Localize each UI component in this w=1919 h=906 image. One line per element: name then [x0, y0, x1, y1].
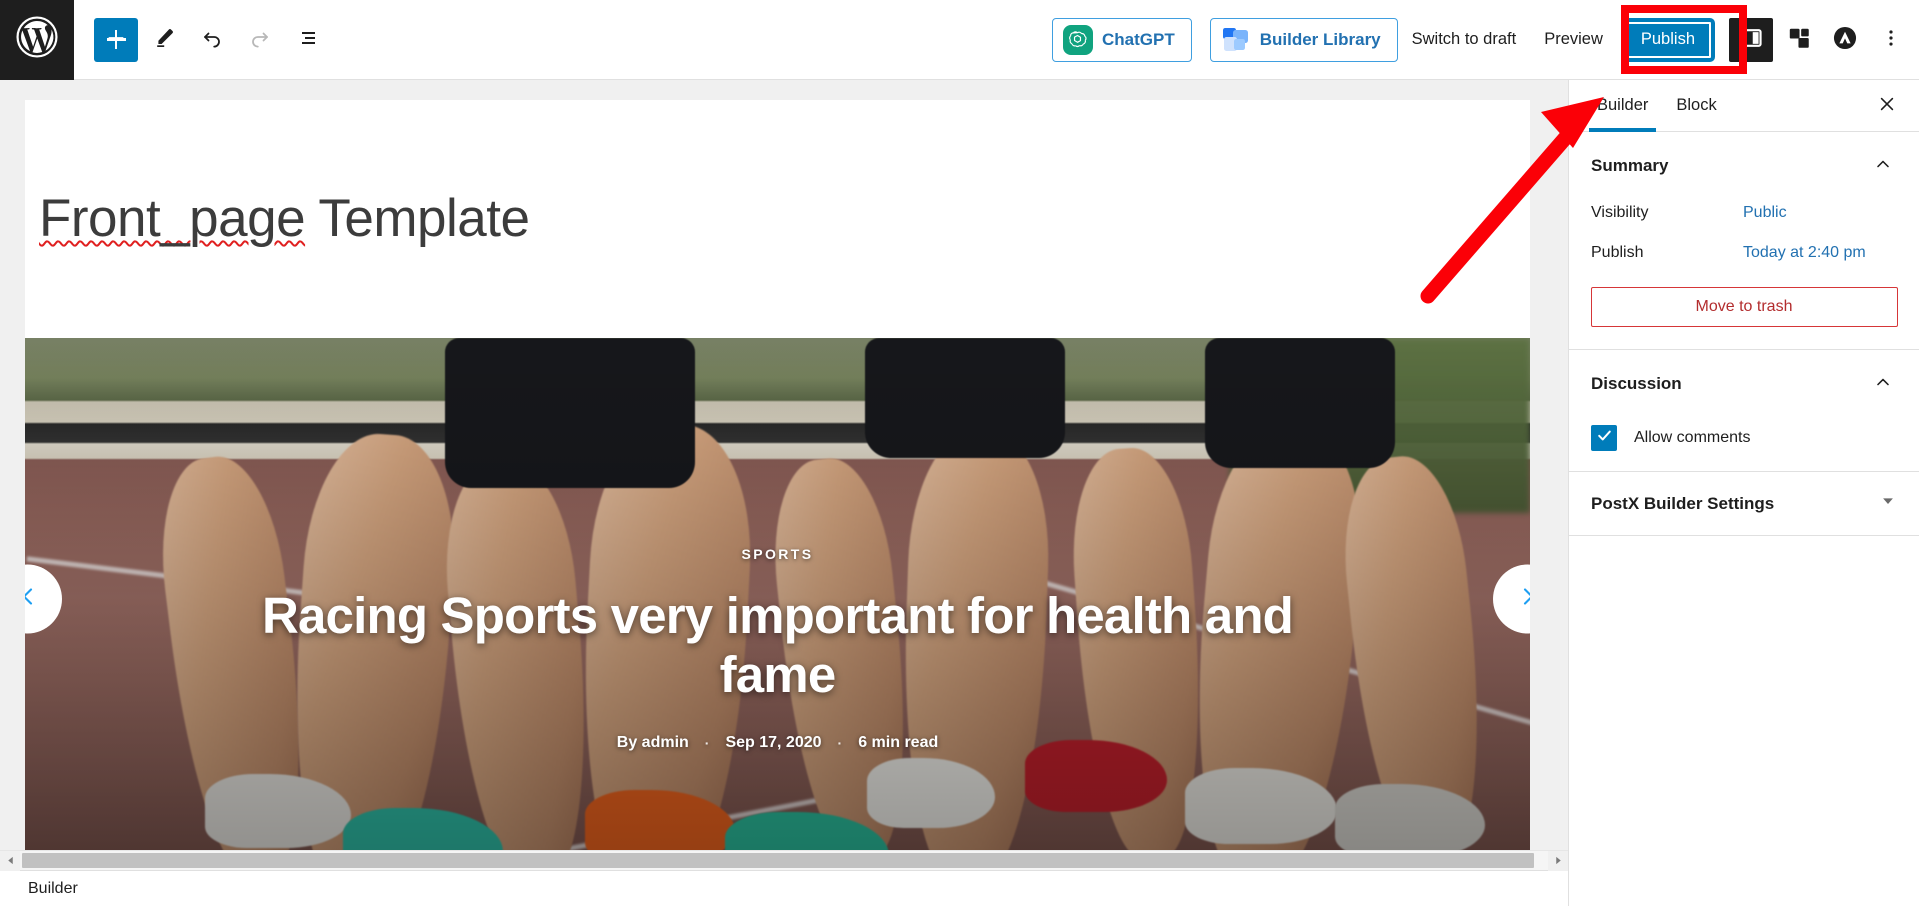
- visibility-label: Visibility: [1591, 204, 1649, 221]
- canvas-horizontal-scrollbar[interactable]: [0, 850, 1568, 871]
- document-outline-icon: [296, 26, 320, 53]
- hero-text-overlay: SPORTS Racing Sports very important for …: [25, 546, 1530, 752]
- scroll-left-button[interactable]: [0, 851, 20, 871]
- postx-builder-settings-title: PostX Builder Settings: [1591, 493, 1775, 513]
- chatgpt-logo-icon: [1062, 24, 1093, 55]
- chevron-up-icon: [1873, 372, 1893, 395]
- allow-comments-row: Allow comments: [1569, 411, 1919, 471]
- undo-button[interactable]: [190, 18, 234, 62]
- hero-slider-block[interactable]: SPORTS Racing Sports very important for …: [25, 338, 1530, 860]
- settings-sidebar: Builder Block Summary Visibility Public …: [1568, 80, 1919, 906]
- chatgpt-button[interactable]: ChatGPT: [1051, 17, 1192, 62]
- visibility-value-button[interactable]: Public: [1739, 202, 1791, 224]
- astra-options-button[interactable]: [1825, 18, 1865, 62]
- astra-logo-icon: [1832, 25, 1858, 54]
- horizontal-scroll-thumb[interactable]: [22, 853, 1534, 868]
- blocks-library-icon: [1221, 25, 1251, 55]
- pencil-icon: [152, 26, 176, 53]
- add-block-button[interactable]: [94, 17, 138, 62]
- publish-date-value-button[interactable]: Today at 2:40 pm: [1739, 242, 1870, 264]
- discussion-section-header[interactable]: Discussion: [1569, 350, 1919, 411]
- more-options-button[interactable]: [1871, 18, 1911, 62]
- editor-canvas-area: Front_page Template SPORTS Racing Sports…: [0, 80, 1568, 870]
- chevron-down-icon: [1879, 492, 1897, 515]
- edit-mode-button[interactable]: [142, 18, 186, 62]
- hero-byline-date: Sep 17, 2020: [725, 734, 822, 752]
- editor-status-bar: Builder: [0, 870, 1568, 906]
- triangle-left-icon: [6, 852, 15, 870]
- hero-category-label[interactable]: SPORTS: [25, 546, 1530, 562]
- allow-comments-label: Allow comments: [1634, 429, 1751, 446]
- publish-button[interactable]: Publish: [1622, 19, 1713, 60]
- hero-byline-author: By admin: [616, 734, 689, 752]
- redo-button[interactable]: [238, 18, 282, 62]
- list-view-button[interactable]: [286, 18, 330, 62]
- plus-icon: [105, 27, 127, 52]
- breadcrumb[interactable]: Builder: [28, 880, 78, 898]
- builder-library-button[interactable]: Builder Library: [1209, 17, 1398, 62]
- summary-title: Summary: [1591, 155, 1669, 175]
- publish-label: Publish: [1591, 244, 1644, 261]
- byline-separator-1: ·: [704, 735, 710, 752]
- allow-comments-checkbox[interactable]: [1591, 425, 1617, 451]
- close-sidebar-button[interactable]: [1869, 88, 1905, 124]
- settings-sidebar-toggle-button[interactable]: [1729, 17, 1773, 62]
- editor-tools-group: [94, 17, 330, 62]
- editor-top-toolbar: ChatGPT Builder Library Switch to draft …: [0, 0, 1919, 80]
- switch-to-draft-button[interactable]: Switch to draft: [1398, 18, 1531, 62]
- postx-builder-settings-section[interactable]: PostX Builder Settings: [1569, 472, 1919, 536]
- post-title-misspelled-text: Front_page: [39, 189, 306, 248]
- hero-byline-read-time: 6 min read: [858, 734, 939, 752]
- post-canvas[interactable]: Front_page Template SPORTS Racing Sports…: [25, 100, 1530, 860]
- tab-block[interactable]: Block: [1662, 80, 1730, 132]
- close-x-icon: [1877, 94, 1897, 117]
- byline-separator-2: ·: [837, 735, 843, 752]
- triangle-right-icon: [1554, 852, 1563, 870]
- blocks-inserter-button[interactable]: [1779, 18, 1819, 62]
- chevron-up-icon: [1873, 154, 1893, 177]
- sidebar-tab-bar: Builder Block: [1569, 80, 1919, 132]
- builder-library-button-label: Builder Library: [1259, 29, 1381, 49]
- publish-date-row: Publish Today at 2:40 pm: [1569, 233, 1919, 273]
- post-title-field[interactable]: Front_page Template: [25, 100, 530, 248]
- discussion-collapse-button[interactable]: [1869, 368, 1897, 399]
- hero-byline: By admin · Sep 17, 2020 · 6 min read: [25, 734, 1530, 752]
- chevron-left-icon: [25, 585, 40, 614]
- summary-section-header[interactable]: Summary: [1569, 132, 1919, 193]
- checkmark-icon: [1596, 427, 1613, 449]
- wordpress-logo-button[interactable]: [0, 0, 74, 80]
- post-title-rest-text: Template: [305, 189, 530, 248]
- sidebar-panel-icon: [1738, 25, 1764, 54]
- tab-builder[interactable]: Builder: [1583, 80, 1662, 132]
- preview-button[interactable]: Preview: [1530, 18, 1617, 62]
- blocks-stack-icon: [1786, 25, 1812, 54]
- summary-collapse-button[interactable]: [1869, 150, 1897, 181]
- discussion-title: Discussion: [1591, 373, 1682, 393]
- undo-arrow-icon: [200, 26, 224, 53]
- scroll-right-button[interactable]: [1548, 851, 1568, 871]
- chatgpt-button-label: ChatGPT: [1101, 29, 1175, 49]
- chevron-right-icon: [1516, 585, 1530, 614]
- redo-arrow-icon: [248, 26, 272, 53]
- visibility-row: Visibility Public: [1569, 193, 1919, 233]
- wordpress-logo-icon: [15, 15, 59, 64]
- kebab-menu-icon: [1880, 27, 1902, 52]
- hero-headline[interactable]: Racing Sports very important for health …: [238, 586, 1318, 704]
- move-to-trash-button[interactable]: Move to trash: [1590, 287, 1898, 327]
- top-toolbar-right-group: ChatGPT Builder Library Switch to draft …: [1051, 0, 1919, 80]
